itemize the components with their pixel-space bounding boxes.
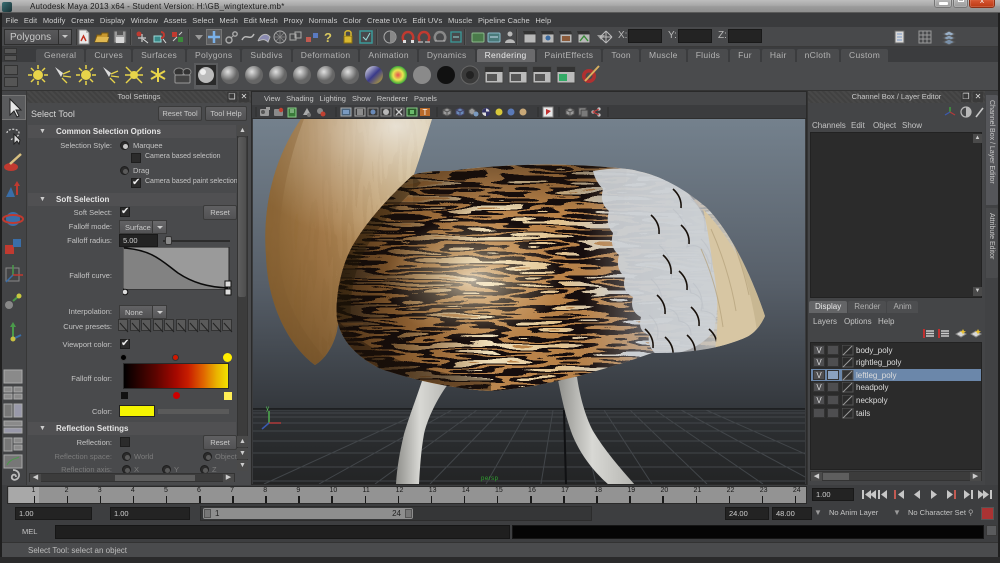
- svg-text:y: y: [266, 406, 269, 412]
- svg-text:T: T: [423, 108, 428, 117]
- svg-text:?: ?: [324, 30, 332, 45]
- svg-text:persp: persp: [481, 476, 499, 482]
